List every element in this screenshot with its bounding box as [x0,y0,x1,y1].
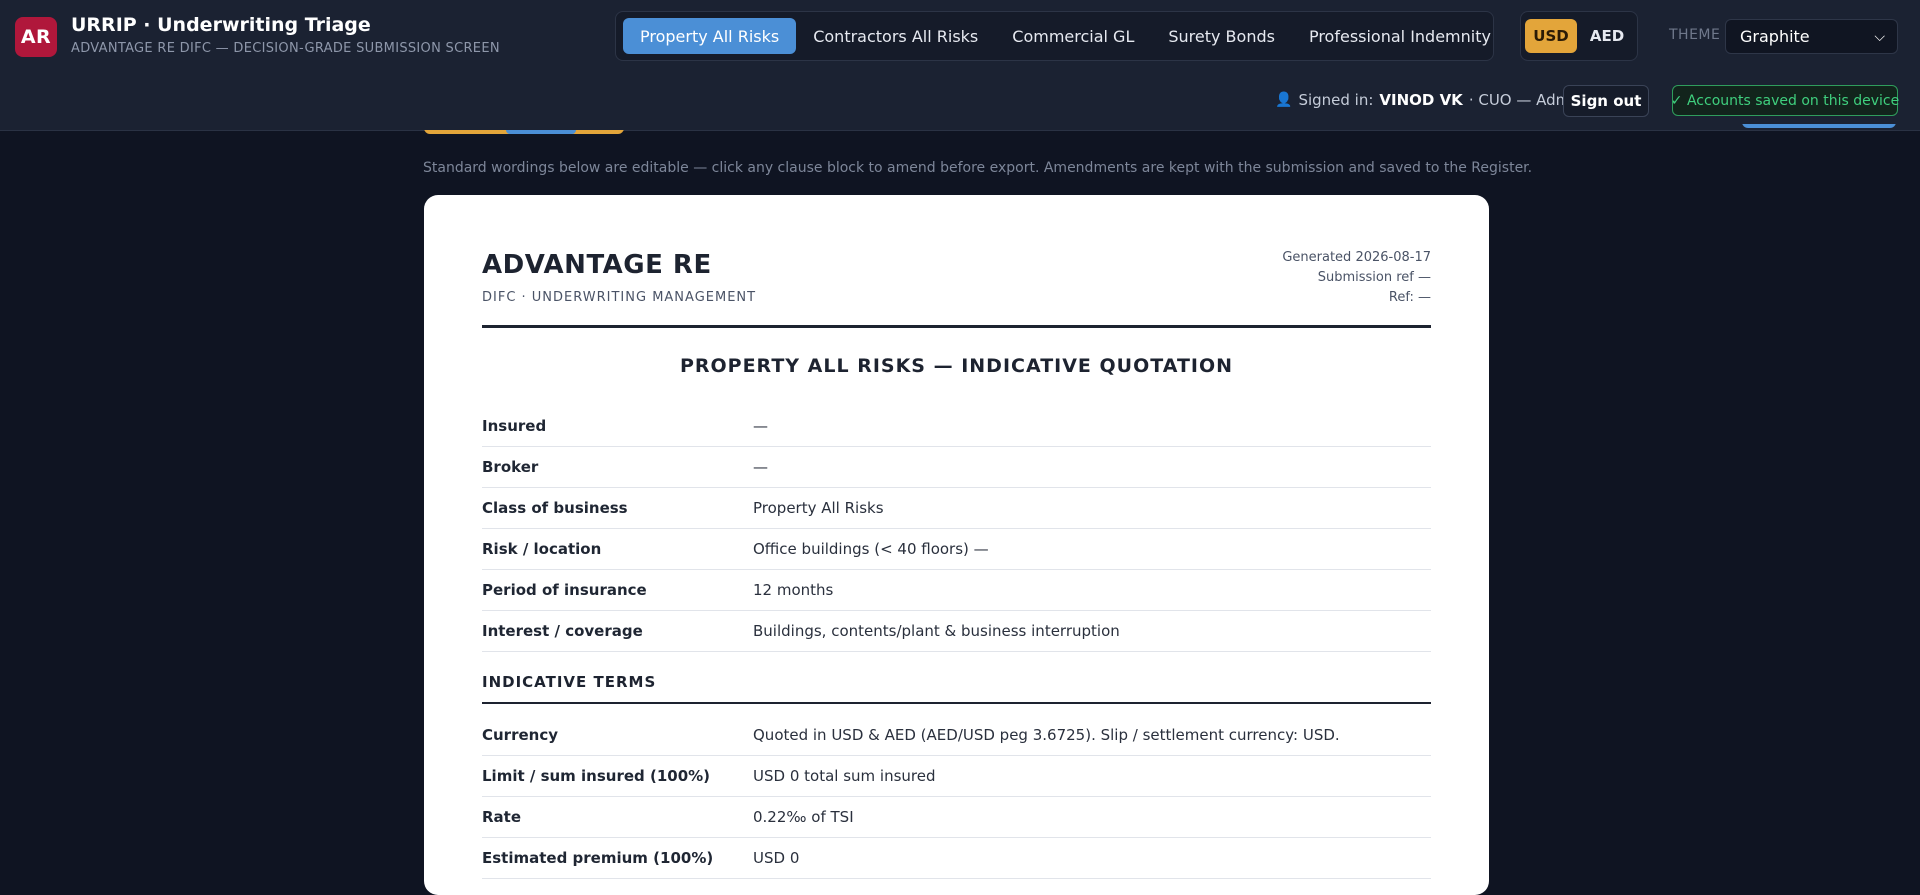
top-bar: AR URRIP · Underwriting Triage ADVANTAGE… [0,0,1920,75]
detail-row[interactable]: Interest / coverage Buildings, contents/p… [482,611,1431,652]
detail-value: — [753,458,768,476]
detail-label: Insured [482,417,547,435]
detail-row[interactable]: Class of business Property All Risks [482,488,1431,529]
currency-usd-button[interactable]: USD [1525,19,1577,53]
detail-value: Office buildings (< 40 floors) — [753,540,989,558]
tab-contractors-all-risks[interactable]: Contractors All Risks [796,18,995,54]
theme-select-value: Graphite [1740,27,1810,46]
document-title[interactable]: PROPERTY ALL RISKS — INDICATIVE QUOTATIO… [482,355,1431,377]
signed-in-prefix: Signed in: [1298,91,1374,109]
term-label: Limit / sum insured (100%) [482,767,711,785]
scrolled-button-edge-right [1742,124,1896,128]
detail-value: — [753,417,768,435]
term-value: USD 0 [753,849,800,867]
term-label: Currency [482,726,559,744]
currency-toggle: USD AED [1520,11,1638,61]
header-divider [482,325,1431,328]
scrolled-action-buttons [424,130,624,148]
app-title: URRIP · Underwriting Triage [71,14,371,36]
tab-surety-bonds[interactable]: Surety Bonds [1151,18,1292,54]
term-row[interactable]: Limit / sum insured (100%) USD 0 total su… [482,756,1431,797]
signed-in-status: 👤 Signed in: VINOD VK · CUO — Admin [1275,91,1584,109]
detail-row[interactable]: Insured — [482,406,1431,447]
term-row[interactable]: Rate 0.22‰ of TSI [482,797,1431,838]
detail-row[interactable]: Risk / location Office buildings (< 40 fl… [482,529,1431,570]
generated-date: Generated 2026-08-17 [1282,250,1431,265]
scrolled-export-button [1742,124,1896,134]
detail-label: Risk / location [482,540,602,558]
term-row[interactable]: Currency Quoted in USD & AED (AED/USD peg… [482,715,1431,756]
theme-label: THEME [1669,27,1721,43]
scrolled-button-edge-blue [506,130,576,134]
tab-property-all-risks[interactable]: Property All Risks [623,18,797,54]
term-value: USD 0 total sum insured [753,767,936,785]
sign-out-button[interactable]: Sign out [1563,85,1649,117]
term-label: Estimated premium (100%) [482,849,714,867]
section-heading-terms: INDICATIVE TERMS [482,673,657,691]
term-value: Quoted in USD & AED (AED/USD peg 3.6725)… [753,726,1340,744]
accounts-saved-badge: ✓ Accounts saved on this device [1671,85,1899,116]
section-divider [482,702,1431,704]
class-tabs: Property All Risks Contractors All Risks… [615,11,1494,61]
editable-wording-note: Standard wordings below are editable — c… [423,160,1533,176]
detail-label: Broker [482,458,539,476]
term-row[interactable]: Estimated premium (100%) USD 0 [482,838,1431,879]
app-logo: AR [15,17,57,57]
reference: Ref: — [1388,290,1431,305]
app-subtitle: ADVANTAGE RE DIFC — DECISION-GRADE SUBMI… [71,41,500,56]
terms-table: Currency Quoted in USD & AED (AED/USD peg… [482,715,1431,879]
theme-select[interactable]: Graphite ⌵ [1725,19,1898,54]
chevron-down-icon: ⌵ [1874,28,1885,45]
tab-commercial-gl[interactable]: Commercial GL [995,18,1151,54]
firm-subtitle: DIFC · UNDERWRITING MANAGEMENT [482,290,757,305]
submission-ref: Submission ref — [1317,270,1431,285]
detail-row[interactable]: Broker — [482,447,1431,488]
detail-label: Interest / coverage [482,622,643,640]
detail-value: Property All Risks [753,499,884,517]
signed-in-user: VINOD VK [1379,91,1463,109]
detail-label: Period of insurance [482,581,647,599]
term-value: 0.22‰ of TSI [753,808,854,826]
session-bar: 👤 Signed in: VINOD VK · CUO — Admin Sign… [0,74,1920,131]
quotation-document: ADVANTAGE RE DIFC · UNDERWRITING MANAGEM… [424,195,1489,895]
detail-row[interactable]: Period of insurance 12 months [482,570,1431,611]
tab-professional-indemnity[interactable]: Professional Indemnity [1292,18,1508,54]
detail-value: Buildings, contents/plant & business int… [753,622,1120,640]
detail-label: Class of business [482,499,628,517]
term-label: Rate [482,808,522,826]
user-icon: 👤 [1275,92,1293,108]
currency-aed-button[interactable]: AED [1581,19,1633,53]
detail-value: 12 months [753,581,834,599]
document-meta: Generated 2026-08-17 Submission ref — Re… [1282,248,1431,308]
details-table: Insured — Broker — Class of business Proper… [482,406,1431,652]
firm-name: ADVANTAGE RE [482,250,712,280]
